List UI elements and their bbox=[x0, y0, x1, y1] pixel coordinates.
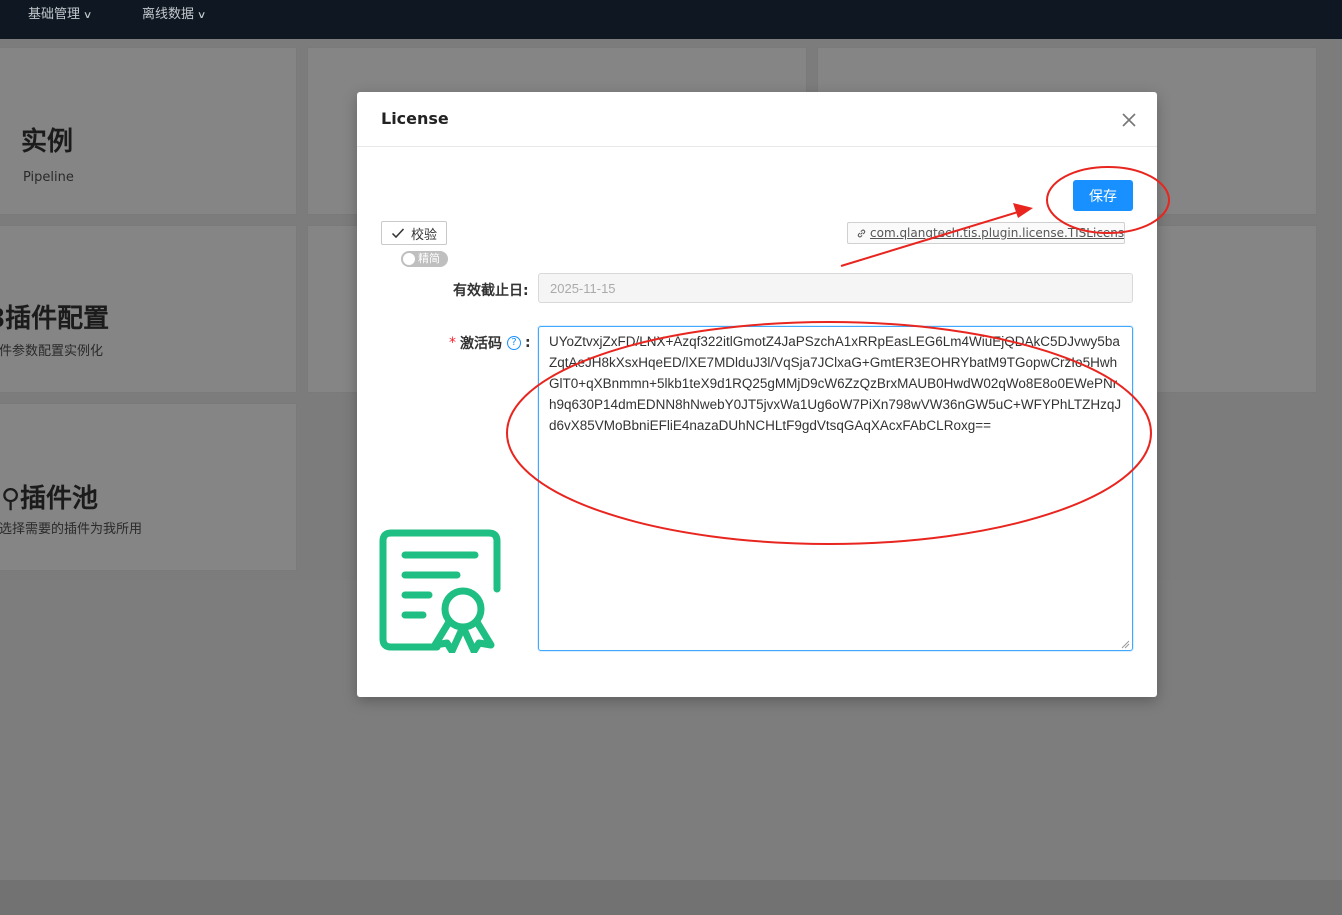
toggle-label: 精简 bbox=[418, 252, 440, 265]
nav-item-label: 离线数据 bbox=[142, 7, 195, 22]
required-mark: * bbox=[449, 335, 456, 351]
chevron-down-icon: ∨ bbox=[82, 10, 93, 21]
card-title: 8插件配置 bbox=[0, 304, 110, 334]
card-plugin-config[interactable]: 8插件配置 件参数配置实例化 bbox=[0, 225, 297, 393]
certificate-icon bbox=[379, 529, 501, 653]
expiry-date-field[interactable] bbox=[538, 273, 1133, 303]
plugin-class-name: com.qlangtech.tis.plugin.license.TISLice… bbox=[870, 226, 1125, 240]
nav-item-label: 基础管理 bbox=[28, 7, 81, 22]
nav-item-offline-data[interactable]: 离线数据 ∨ bbox=[142, 0, 207, 32]
activation-code-input[interactable]: UYoZtvxjZxFD/LNX+Azqf322itlGmotZ4JaPSzch… bbox=[538, 326, 1133, 651]
resize-handle-icon[interactable] bbox=[1120, 639, 1130, 649]
top-nav: 基础管理 ∨ 离线数据 ∨ bbox=[0, 0, 1342, 39]
check-icon bbox=[391, 228, 405, 239]
help-icon[interactable]: ? bbox=[507, 336, 521, 350]
card-title: 实例 bbox=[21, 127, 74, 157]
card-subtitle: 件参数配置实例化 bbox=[0, 344, 104, 359]
toggle-knob bbox=[403, 253, 415, 265]
card-instance[interactable]: 实例 Pipeline bbox=[0, 47, 297, 215]
verify-button[interactable]: 校验 bbox=[381, 221, 447, 245]
plugin-class-link[interactable]: com.qlangtech.tis.plugin.license.TISLice… bbox=[847, 222, 1125, 244]
modal-header: License bbox=[357, 92, 1157, 147]
link-icon bbox=[857, 229, 866, 237]
compact-toggle[interactable]: 精简 bbox=[401, 251, 448, 267]
save-button[interactable]: 保存 bbox=[1073, 180, 1133, 211]
activation-code-label: * 激活码 ? : bbox=[449, 335, 531, 352]
card-title: ⚲插件池 bbox=[1, 484, 99, 514]
license-modal: License 保存 校验 精简 com.qlangtech.tis.plugi… bbox=[357, 92, 1157, 697]
card-subtitle: Pipeline bbox=[23, 170, 74, 185]
modal-title: License bbox=[381, 109, 449, 128]
card-subtitle: 选择需要的插件为我所用 bbox=[0, 522, 143, 537]
close-icon[interactable] bbox=[1117, 108, 1141, 132]
plug-icon: ⚲ bbox=[1, 484, 21, 514]
expiry-label: 有效截止日: bbox=[453, 283, 529, 299]
nav-item-basic-management[interactable]: 基础管理 ∨ bbox=[28, 0, 93, 32]
chevron-down-icon: ∨ bbox=[196, 10, 207, 21]
card-plugin-pool[interactable]: ⚲插件池 选择需要的插件为我所用 bbox=[0, 403, 297, 571]
footer-background bbox=[0, 880, 1342, 915]
verify-label: 校验 bbox=[410, 227, 437, 243]
